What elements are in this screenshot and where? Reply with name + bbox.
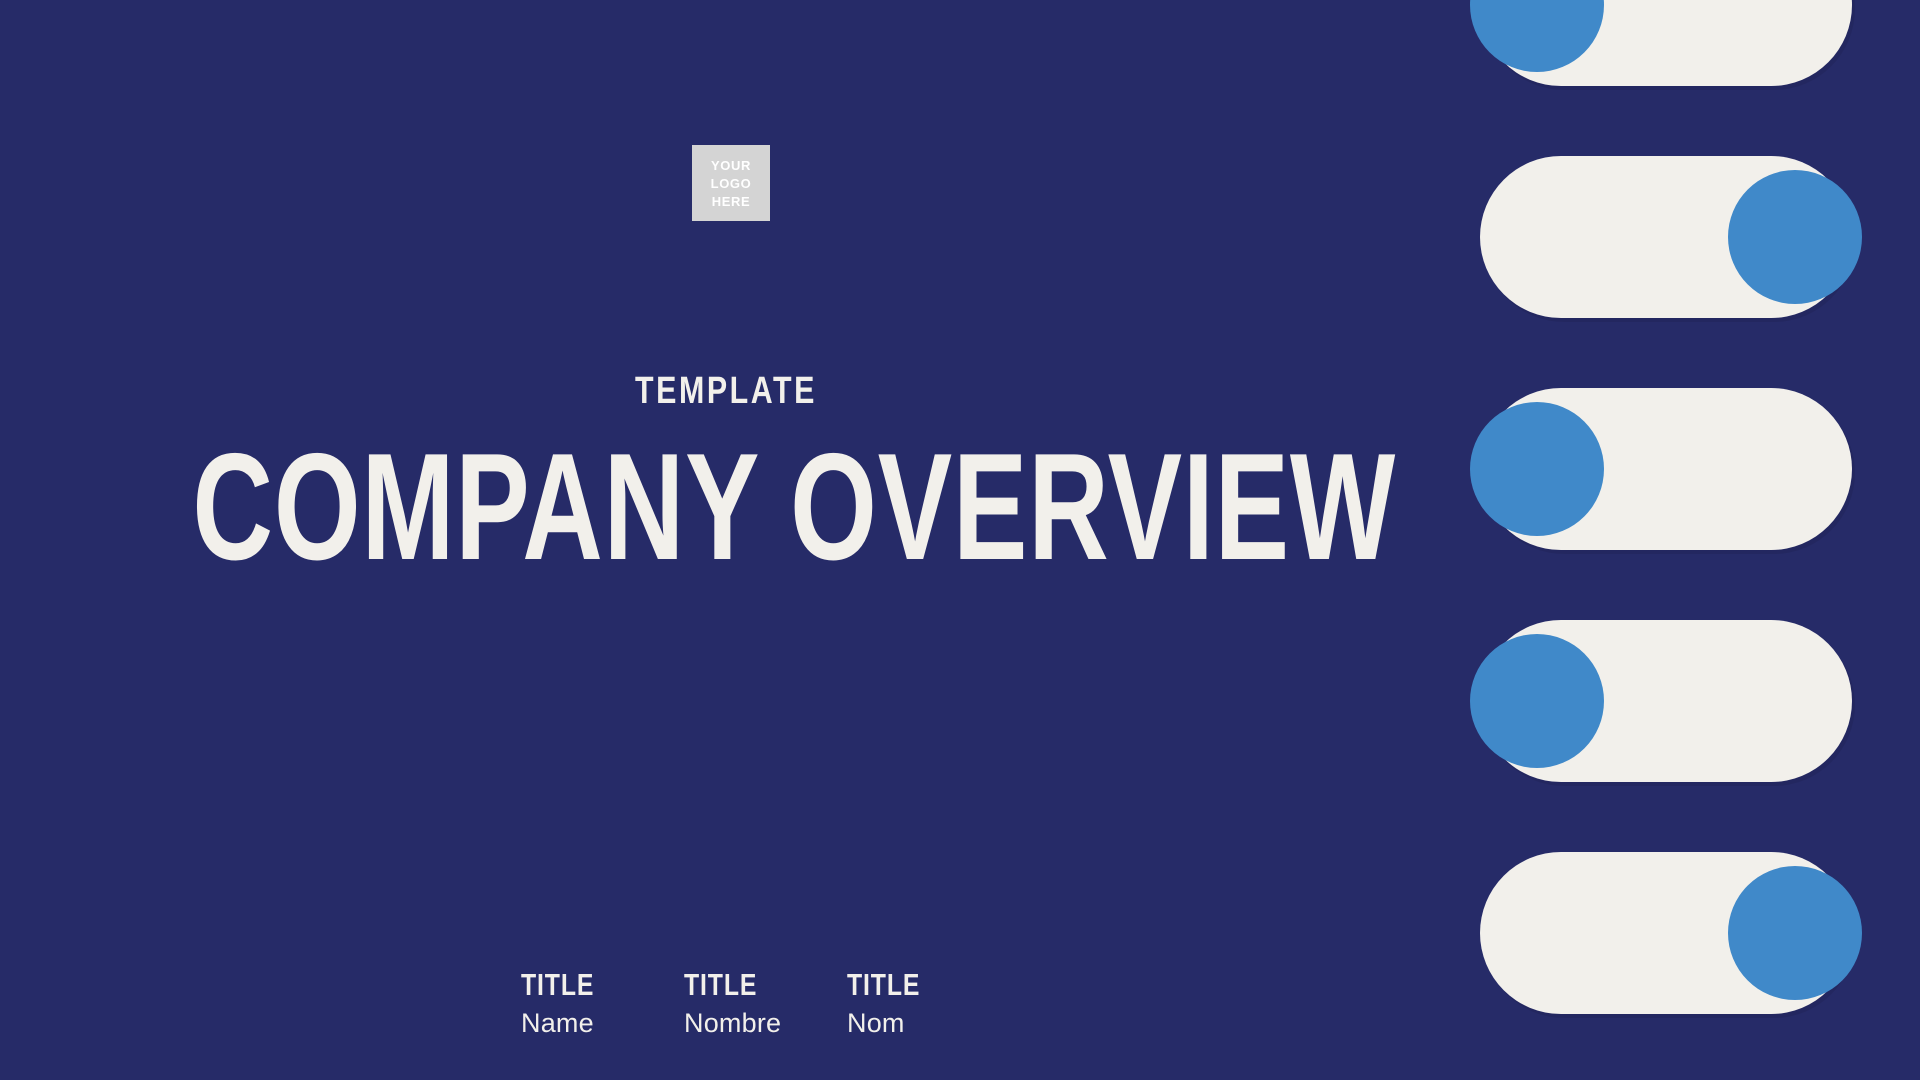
toggle-knob-icon	[1728, 866, 1862, 1000]
toggle-knob-icon	[1470, 0, 1604, 72]
toggle-knob-icon	[1470, 634, 1604, 768]
eyebrow-label: TEMPLATE	[634, 370, 818, 412]
credit-title: TITLE	[684, 967, 758, 1002]
toggle-knob-icon	[1728, 170, 1862, 304]
credit-title: TITLE	[521, 967, 595, 1002]
credits-row: TITLE Name TITLE Nombre TITLE Nom	[521, 968, 1010, 1039]
logo-placeholder-line-2: LOGO	[710, 175, 752, 191]
credit-column: TITLE Name	[521, 968, 684, 1039]
slide-canvas: YOUR LOGO HERE TEMPLATE COMPANY OVERVIEW…	[0, 0, 1920, 1080]
toggle-switch[interactable]	[1470, 388, 1852, 550]
toggle-switch-column	[1470, 0, 1920, 1080]
toggle-knob-icon	[1470, 402, 1604, 536]
credit-name: Name	[521, 1008, 594, 1038]
logo-placeholder-line-3: HERE	[711, 193, 751, 209]
toggle-switch[interactable]	[1470, 620, 1852, 782]
credit-column: TITLE Nombre	[684, 968, 847, 1039]
toggle-switch[interactable]	[1470, 0, 1852, 86]
credit-name: Nombre	[684, 1008, 782, 1038]
page-title: COMPANY OVERVIEW	[192, 422, 1397, 592]
logo-placeholder[interactable]: YOUR LOGO HERE	[692, 145, 770, 221]
logo-placeholder-line-1: YOUR	[711, 157, 751, 173]
credit-title: TITLE	[847, 967, 921, 1002]
toggle-switch[interactable]	[1480, 852, 1862, 1014]
credit-name: Nom	[847, 1008, 905, 1038]
credit-column: TITLE Nom	[847, 968, 1010, 1039]
toggle-switch[interactable]	[1480, 156, 1862, 318]
